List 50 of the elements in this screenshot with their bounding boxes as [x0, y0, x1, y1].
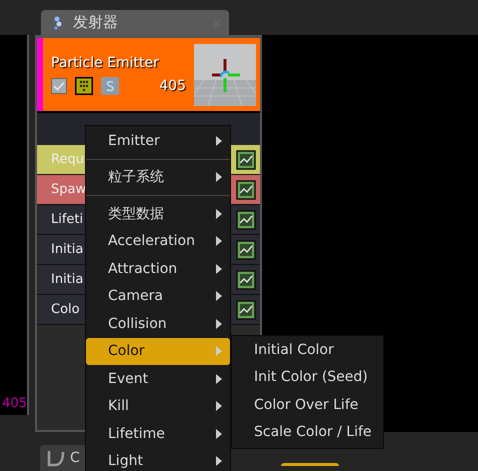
particle-count: 405	[159, 78, 186, 94]
tab-highlight	[281, 463, 339, 466]
submenu-arrow-icon	[216, 291, 222, 302]
curve-graph-icon[interactable]	[236, 240, 256, 260]
menu-item[interactable]: Kill	[86, 392, 230, 420]
menu-item[interactable]: Init Color (Seed)	[232, 364, 383, 391]
submenu-arrow-icon	[216, 456, 222, 466]
curve-graph-icon[interactable]	[236, 180, 256, 200]
curve-graph-icon[interactable]	[236, 300, 256, 320]
module-name: Spaw	[51, 182, 86, 197]
panel-tab[interactable]: 发射器	[41, 10, 229, 35]
menu-item[interactable]: Lifetime	[86, 420, 230, 448]
tab-title: 发射器	[73, 13, 119, 32]
module-name: Requ	[51, 152, 84, 167]
module-name: Initia	[51, 272, 84, 287]
menu-item[interactable]: Collision	[86, 310, 230, 338]
curve-icon	[46, 449, 66, 467]
menu-item[interactable]: Scale Color / Life	[232, 418, 383, 446]
curve-graph-icon[interactable]	[236, 270, 256, 290]
submenu-arrow-icon	[216, 318, 222, 329]
module-name: Lifeti	[51, 212, 84, 227]
module-name: Initia	[51, 242, 84, 257]
menu-item[interactable]: Emitter	[86, 127, 230, 154]
particle-count: 405	[2, 396, 27, 411]
dots-icon[interactable]	[75, 76, 93, 94]
submenu-arrow-icon	[216, 136, 222, 146]
submenu-arrow-icon	[216, 428, 222, 439]
curve-graph-icon[interactable]	[236, 150, 256, 170]
submenu-arrow-icon	[216, 401, 222, 412]
menu-item[interactable]: Color	[86, 338, 230, 365]
menu-item[interactable]: Attraction	[86, 255, 230, 282]
menu-item[interactable]: 类型数据	[86, 200, 230, 228]
module-name: Colo	[51, 302, 80, 317]
submenu-arrow-icon	[216, 172, 222, 182]
emitter-icon	[53, 16, 63, 30]
menu-item[interactable]: Acceleration	[86, 228, 230, 255]
menu-item[interactable]: Event	[86, 365, 230, 392]
menu-item[interactable]: Color Over Life	[232, 391, 383, 418]
curve-graph-icon[interactable]	[236, 210, 256, 230]
menu-item[interactable]: Initial Color	[232, 336, 383, 364]
submenu-arrow-icon	[216, 374, 222, 384]
emitter-name: Particle Emitter	[51, 54, 160, 70]
submenu-arrow-icon	[216, 264, 222, 274]
menu-item[interactable]: 粒子系统	[86, 164, 230, 191]
enable-checkbox[interactable]	[51, 78, 67, 94]
submenu-arrow-icon	[216, 208, 222, 219]
submenu-arrow-icon	[216, 236, 222, 246]
tab-title: C	[70, 450, 80, 466]
menu-item[interactable]: Camera	[86, 282, 230, 310]
submenu-arrow-icon	[216, 346, 222, 356]
